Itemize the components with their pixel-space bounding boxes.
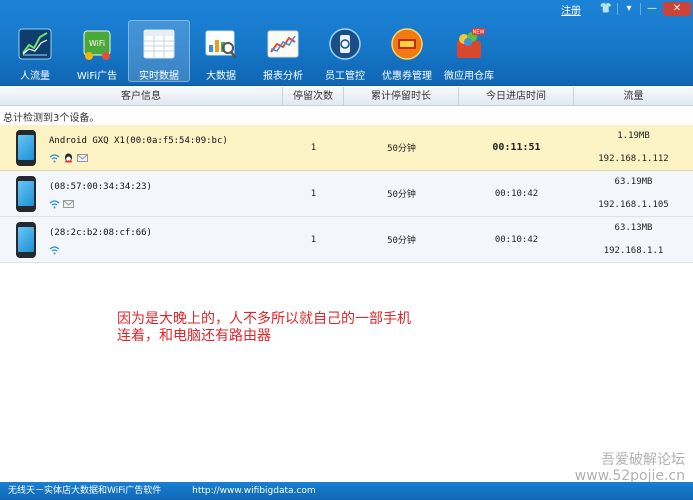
stay-count-cell: 1: [310, 234, 317, 245]
traffic-amount: 63.13MB: [614, 223, 653, 234]
device-name: (08:57:00:34:34:23): [49, 182, 152, 192]
svg-text:WiFi: WiFi: [89, 39, 105, 48]
tool-app-store[interactable]: NEW 微应用仓库: [438, 20, 500, 82]
phone-icon: [16, 129, 36, 166]
wifi-ad-icon: WiFi: [79, 26, 115, 61]
column-header-entry-time[interactable]: 今日进店时间: [459, 87, 574, 106]
tool-report-analysis[interactable]: 报表分析: [252, 20, 314, 82]
client-info-cell: (28:2c:b2:08:cf:66): [0, 217, 283, 262]
traffic-cell: 1.19MB 192.168.1.112: [574, 125, 693, 170]
register-link[interactable]: 注册: [561, 2, 581, 17]
minimize-button[interactable]: —: [641, 2, 663, 16]
wifi-signal-icon: [49, 154, 60, 163]
ip-address: 192.168.1.112: [598, 153, 669, 164]
phone-icon: [16, 175, 36, 212]
annotation-line: 连着，和电脑还有路由器: [117, 328, 271, 344]
skin-icon[interactable]: 👕: [595, 2, 617, 16]
client-info-cell: Android GXQ X1(00:0a:f5:54:09:bc): [0, 125, 283, 170]
tool-wifi-ad[interactable]: WiFi WiFi广告: [66, 20, 128, 82]
tool-label: 实时数据: [139, 71, 179, 82]
coupon-icon: [389, 26, 425, 61]
status-bar: 无线天－实体店大数据和WiFi广告软件 http://www.wifibigda…: [0, 482, 693, 500]
column-header-total-duration[interactable]: 累计停留时长: [344, 87, 459, 106]
realtime-data-icon: [141, 27, 177, 61]
wifi-signal-icon: [49, 246, 60, 255]
report-analysis-icon: [265, 26, 301, 61]
forum-watermark: 吾爱破解论坛 www.52pojie.cn: [575, 452, 685, 484]
column-header-stay-count[interactable]: 停留次数: [283, 87, 344, 106]
main-toolbar: 人流量 WiFi WiFi广告 实时数据 大数据 报表分析 员工管控 优惠券管理…: [4, 20, 500, 82]
column-header-client-info[interactable]: 客户信息: [0, 87, 283, 106]
table-row[interactable]: Android GXQ X1(00:0a:f5:54:09:bc) 1 50分钟…: [0, 125, 693, 171]
duration-cell: 50分钟: [387, 190, 416, 200]
app-store-icon: NEW: [451, 26, 487, 61]
tool-label: 人流量: [20, 71, 50, 82]
annotation-note: 因为是大晚上的，人不多所以就自己的一部手机 连着，和电脑还有路由器: [117, 311, 411, 345]
wifi-signal-icon: [49, 200, 60, 209]
tool-label: 报表分析: [263, 71, 303, 82]
mail-icon: [77, 154, 88, 162]
duration-cell: 50分钟: [387, 144, 416, 154]
window-controls: 注册 👕 ▾ — ✕: [561, 1, 691, 17]
tool-label: 大数据: [206, 71, 236, 82]
client-info-cell: (08:57:00:34:34:23): [0, 171, 283, 216]
tool-label: 员工管控: [325, 71, 365, 82]
tool-coupon[interactable]: 优惠券管理: [376, 20, 438, 82]
big-data-icon: [203, 26, 239, 61]
phone-icon: [16, 221, 36, 258]
tool-realtime-data[interactable]: 实时数据: [128, 20, 190, 82]
traffic-amount: 63.19MB: [614, 177, 653, 188]
annotation-line: 因为是大晚上的，人不多所以就自己的一部手机: [117, 311, 411, 327]
status-app-title: 无线天－实体店大数据和WiFi广告软件: [8, 486, 162, 496]
stay-count-cell: 1: [310, 142, 317, 153]
tool-staff-control[interactable]: 员工管控: [314, 20, 376, 82]
status-website-link[interactable]: http://www.wifibigdata.com: [192, 486, 316, 496]
svg-text:NEW: NEW: [473, 29, 485, 35]
ip-address: 192.168.1.1: [603, 245, 664, 256]
close-button[interactable]: ✕: [663, 2, 691, 16]
entry-time-cell: 00:10:42: [494, 188, 539, 199]
tool-traffic[interactable]: 人流量: [4, 20, 66, 82]
traffic-amount: 1.19MB: [617, 131, 650, 142]
table-row[interactable]: (08:57:00:34:34:23) 1 50分钟 00:10:42 63.1…: [0, 171, 693, 217]
mail-icon: [63, 200, 74, 208]
traffic-cell: 63.19MB 192.168.1.105: [574, 171, 693, 216]
tool-label: 优惠券管理: [382, 71, 432, 82]
ip-address: 192.168.1.105: [598, 199, 669, 210]
qq-icon: [65, 153, 72, 163]
tool-label: 微应用仓库: [444, 71, 494, 82]
entry-time-cell: 00:11:51: [492, 142, 541, 153]
tool-big-data[interactable]: 大数据: [190, 20, 252, 82]
tool-label: WiFi广告: [76, 71, 118, 82]
table-row[interactable]: (28:2c:b2:08:cf:66) 1 50分钟 00:10:42 63.1…: [0, 217, 693, 263]
entry-time-cell: 00:10:42: [494, 234, 539, 245]
device-name: (28:2c:b2:08:cf:66): [49, 228, 152, 238]
top-toolbar-bar: 注册 👕 ▾ — ✕ 人流量 WiFi WiFi广告 实时数据 大数据 报表分析…: [0, 0, 693, 86]
menu-dropdown-icon[interactable]: ▾: [618, 2, 640, 16]
device-count-summary: 总计检测到3个设备。: [3, 113, 100, 124]
traffic-chart-icon: [17, 26, 53, 61]
stay-count-cell: 1: [310, 188, 317, 199]
device-list: Android GXQ X1(00:0a:f5:54:09:bc) 1 50分钟…: [0, 125, 693, 263]
device-name: Android GXQ X1(00:0a:f5:54:09:bc): [49, 136, 228, 146]
column-header-traffic[interactable]: 流量: [574, 87, 693, 106]
traffic-cell: 63.13MB 192.168.1.1: [574, 217, 693, 262]
staff-control-icon: [327, 26, 363, 61]
watermark-line: 吾爱破解论坛: [601, 452, 685, 468]
duration-cell: 50分钟: [387, 236, 416, 246]
device-table-header: 客户信息 停留次数 累计停留时长 今日进店时间 流量: [0, 87, 693, 106]
